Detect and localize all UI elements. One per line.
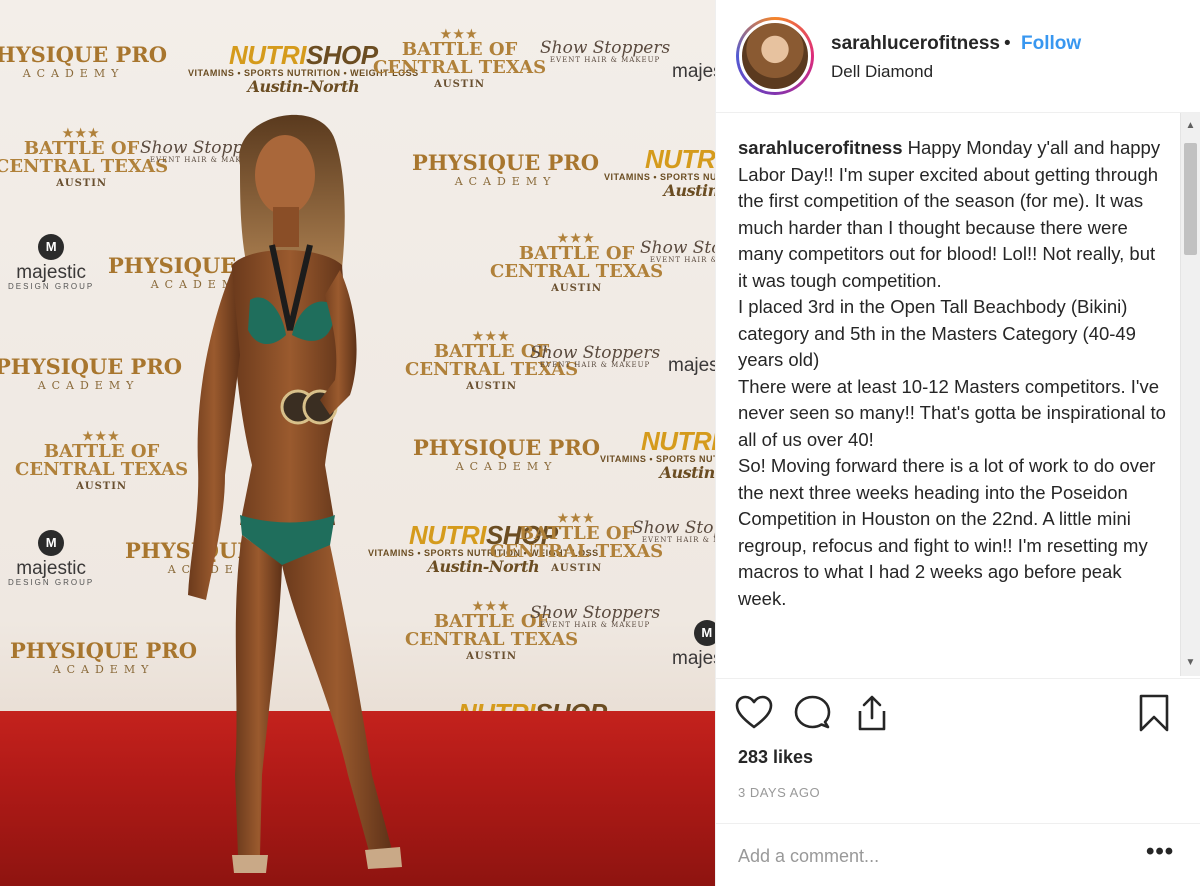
caption-paragraph: sarahlucerofitness Happy Monday y'all an… xyxy=(738,135,1168,294)
bookmark-icon[interactable] xyxy=(1134,693,1174,733)
caption-text: Happy Monday y'all and happy Labor Day!!… xyxy=(738,137,1161,291)
caption-scroll-area[interactable]: sarahlucerofitness Happy Monday y'all an… xyxy=(716,113,1200,678)
logo-nutrishop: NUTRISHOPVITAMINS • SPORTS NUTRITION • W… xyxy=(600,426,715,482)
logo-physique-pro: PHYSIQUE PROACADEMY xyxy=(0,354,183,392)
follow-button[interactable]: Follow xyxy=(1021,33,1081,55)
action-bar xyxy=(716,678,1200,758)
logo-physique-pro: PHYSIQUE PROACADEMY xyxy=(0,42,168,80)
logo-battle-central-texas: ★★★BATTLE OFCENTRAL TEXASAUSTIN xyxy=(373,27,547,91)
share-icon[interactable] xyxy=(852,693,892,733)
logo-majestic: Mmajestic xyxy=(672,620,715,668)
logo-show-stoppers: Show StoppersEVENT HAIR & MAKEUP xyxy=(640,238,715,264)
comment-input[interactable] xyxy=(738,846,1118,867)
scrollbar[interactable]: ▲ ▼ xyxy=(1180,113,1200,676)
caption-text: There were at least 10-12 Masters compet… xyxy=(738,375,1166,450)
location-link[interactable]: Dell Diamond xyxy=(831,62,933,82)
instagram-post: PHYSIQUE PROACADEMY NUTRISHOPVITAMINS • … xyxy=(0,0,1200,886)
logo-majestic: MmajesticDESIGN GROUP xyxy=(8,234,94,291)
more-icon[interactable]: ••• xyxy=(1146,838,1174,866)
separator-dot: • xyxy=(1004,33,1011,54)
post-side-panel: sarahlucerofitness • Follow Dell Diamond… xyxy=(715,0,1200,886)
logo-battle-central-texas: ★★★BATTLE OFCENTRAL TEXASAUSTIN xyxy=(15,429,189,493)
logo-physique-pro: PHYSIQUE PROACADEMY xyxy=(412,150,600,188)
woman-figure xyxy=(188,114,402,873)
scroll-down-arrow-icon[interactable]: ▼ xyxy=(1181,653,1200,673)
logo-majestic: majestic xyxy=(668,355,715,376)
logo-show-stoppers: Show StoppersEVENT HAIR & MAKEUP xyxy=(530,603,661,629)
post-header: sarahlucerofitness • Follow Dell Diamond xyxy=(716,0,1200,113)
post-timestamp[interactable]: 3 DAYS AGO xyxy=(738,785,820,800)
caption-text: So! Moving forward there is a lot of wor… xyxy=(738,455,1156,609)
scroll-up-arrow-icon[interactable]: ▲ xyxy=(1181,116,1200,136)
caption-username[interactable]: sarahlucerofitness xyxy=(738,137,903,158)
caption: sarahlucerofitness Happy Monday y'all an… xyxy=(738,135,1168,612)
logo-physique-pro: PHYSIQUE PROACADEMY xyxy=(413,435,601,473)
logo-nutrishop: NUTRISHOPVITAMINS • SPORTS NUTRITION • W… xyxy=(604,144,715,200)
avatar-image xyxy=(739,20,811,92)
likes-count[interactable]: 283 likes xyxy=(738,747,813,768)
logo-show-stoppers: Show StoppersEVENT HAIR & MAKEUP xyxy=(632,518,715,544)
heart-icon[interactable] xyxy=(734,693,774,733)
logo-majestic: majestic xyxy=(672,61,715,82)
post-photo[interactable]: PHYSIQUE PROACADEMY NUTRISHOPVITAMINS • … xyxy=(0,0,715,886)
avatar[interactable] xyxy=(736,17,814,95)
logo-show-stoppers: Show StoppersEVENT HAIR & MAKEUP xyxy=(540,38,671,64)
comment-bar: ••• xyxy=(716,823,1200,886)
username-link[interactable]: sarahlucerofitness xyxy=(831,33,1000,55)
logo-battle-central-texas: ★★★BATTLE OFCENTRAL TEXASAUSTIN xyxy=(490,231,664,295)
scroll-thumb[interactable] xyxy=(1184,143,1197,255)
comment-icon[interactable] xyxy=(792,693,832,733)
caption-text: I placed 3rd in the Open Tall Beachbody … xyxy=(738,296,1136,370)
logo-majestic: MmajesticDESIGN GROUP xyxy=(8,530,94,587)
logo-show-stoppers: Show StoppersEVENT HAIR & MAKEUP xyxy=(530,343,661,369)
